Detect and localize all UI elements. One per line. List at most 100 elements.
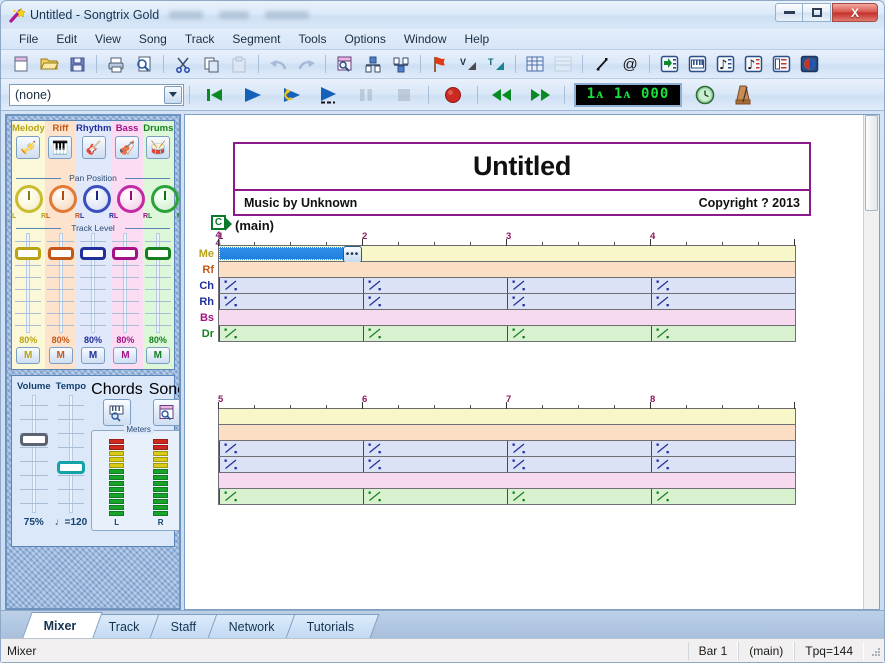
pan-knob-riff[interactable] <box>49 185 77 213</box>
song-icon[interactable] <box>153 399 181 426</box>
bass-icon[interactable]: 🎻 <box>115 136 139 159</box>
vertical-scrollbar[interactable] <box>863 115 879 609</box>
at-icon[interactable]: @ <box>617 52 643 76</box>
scrollbar-thumb[interactable] <box>865 115 878 211</box>
fader-thumb-bass[interactable] <box>112 247 138 260</box>
mixer-icon[interactable] <box>796 52 822 76</box>
bar-ruler-1[interactable]: 1 2 3 4 <box>218 232 796 246</box>
bar-cell[interactable] <box>219 294 363 309</box>
track-row-rhythm[interactable] <box>218 457 796 473</box>
align-bottom-icon[interactable] <box>388 52 414 76</box>
volume-control[interactable]: Volume 75% <box>17 381 51 542</box>
song-control[interactable]: Song <box>149 381 181 426</box>
bar-cell[interactable] <box>363 326 507 341</box>
menu-item-window[interactable]: Window <box>395 30 456 48</box>
grid-view-icon[interactable] <box>522 52 548 76</box>
fader-thumb-drums[interactable] <box>145 247 171 260</box>
align-top-icon[interactable] <box>360 52 386 76</box>
print-preview-icon[interactable] <box>131 52 157 76</box>
pan-knob-drums[interactable] <box>151 185 179 213</box>
repeat-slash-icon[interactable] <box>589 52 615 76</box>
score-view[interactable]: Untitled Music by Unknown Copyright ? 20… <box>184 114 880 610</box>
level-fader-bass[interactable] <box>109 233 141 333</box>
pan-control-drums[interactable]: LR <box>148 183 181 220</box>
menu-item-edit[interactable]: Edit <box>47 30 86 48</box>
paste-icon[interactable] <box>226 52 252 76</box>
bar-cell[interactable] <box>219 278 363 293</box>
bar-cell[interactable] <box>651 457 795 472</box>
insert-track-icon[interactable] <box>656 52 682 76</box>
bar-cell[interactable] <box>507 326 651 341</box>
open-folder-icon[interactable] <box>36 52 62 76</box>
track-row-melody[interactable]: Me ••• <box>218 246 796 262</box>
track-row-rhythm[interactable]: Rh <box>218 294 796 310</box>
stop-button[interactable] <box>387 82 421 108</box>
play-loop-button[interactable] <box>273 82 307 108</box>
guitar-icon[interactable]: 🎸 <box>82 136 106 159</box>
undo-icon[interactable] <box>265 52 291 76</box>
print-icon[interactable] <box>103 52 129 76</box>
track-row-chords[interactable] <box>218 441 796 457</box>
tempo-fader-thumb[interactable] <box>57 461 85 474</box>
fast-forward-button[interactable] <box>523 82 557 108</box>
drum-icon[interactable]: 🥁 <box>146 136 170 159</box>
level-control-melody[interactable]: 80% M <box>12 233 44 367</box>
bar-cell[interactable] <box>507 457 651 472</box>
chords-icon[interactable] <box>103 399 131 426</box>
track-row-drums[interactable] <box>218 489 796 505</box>
mute-button-melody[interactable]: M <box>16 347 40 364</box>
pan-knob-bass[interactable] <box>117 185 145 213</box>
bar-cell[interactable] <box>651 326 795 341</box>
cut-icon[interactable] <box>170 52 196 76</box>
bar-cell[interactable] <box>507 489 651 504</box>
selection-region[interactable]: ••• <box>219 247 362 260</box>
close-button[interactable]: X <box>832 3 878 22</box>
chords-control[interactable]: Chords <box>91 381 143 426</box>
track-row-riff[interactable]: Rf <box>218 262 796 278</box>
minimize-button[interactable] <box>775 3 803 22</box>
menu-item-song[interactable]: Song <box>130 30 176 48</box>
mute-button-riff[interactable]: M <box>49 347 73 364</box>
bar-cell[interactable] <box>219 326 363 341</box>
list-view-icon[interactable] <box>550 52 576 76</box>
copy-icon[interactable] <box>198 52 224 76</box>
track-row-riff[interactable] <box>218 425 796 441</box>
note-editor-icon[interactable]: ♪ <box>712 52 738 76</box>
tempo-icon[interactable]: T <box>483 52 509 76</box>
menu-item-segment[interactable]: Segment <box>223 30 289 48</box>
tempo-fader[interactable] <box>55 395 88 513</box>
menu-item-track[interactable]: Track <box>176 30 224 48</box>
level-control-bass[interactable]: 80% M <box>109 233 141 367</box>
bar-cell[interactable] <box>363 489 507 504</box>
level-fader-rhythm[interactable] <box>77 233 109 333</box>
menu-item-view[interactable]: View <box>86 30 130 48</box>
clock-icon[interactable] <box>688 82 722 108</box>
bar-cell[interactable] <box>363 457 507 472</box>
track-row-bass[interactable]: Bs <box>218 310 796 326</box>
menu-item-help[interactable]: Help <box>456 30 499 48</box>
selection-handle[interactable]: ••• <box>343 246 362 263</box>
bar-cell[interactable] <box>363 441 507 456</box>
volume-fader[interactable] <box>17 395 51 513</box>
track-row-melody[interactable] <box>218 409 796 425</box>
tab-tutorials[interactable]: Tutorials <box>285 614 379 638</box>
pan-knob-melody[interactable] <box>15 185 43 213</box>
save-icon[interactable] <box>64 52 90 76</box>
maximize-button[interactable] <box>803 3 831 22</box>
drum-editor-icon[interactable] <box>768 52 794 76</box>
bar-cell[interactable] <box>651 441 795 456</box>
pan-control-bass[interactable]: LR <box>114 183 148 220</box>
piano-roll-icon[interactable] <box>684 52 710 76</box>
bar-cell[interactable] <box>219 457 363 472</box>
bar-cell[interactable] <box>651 489 795 504</box>
song-properties-icon[interactable] <box>332 52 358 76</box>
menu-item-tools[interactable]: Tools <box>289 30 335 48</box>
track-row-drums[interactable]: Dr <box>218 326 796 342</box>
resize-grip[interactable] <box>868 644 882 658</box>
level-fader-riff[interactable] <box>44 233 76 333</box>
record-button[interactable] <box>436 82 470 108</box>
mute-button-bass[interactable]: M <box>113 347 137 364</box>
metronome-icon[interactable] <box>726 82 760 108</box>
pan-knob-rhythm[interactable] <box>83 185 111 213</box>
level-fader-drums[interactable] <box>142 233 174 333</box>
